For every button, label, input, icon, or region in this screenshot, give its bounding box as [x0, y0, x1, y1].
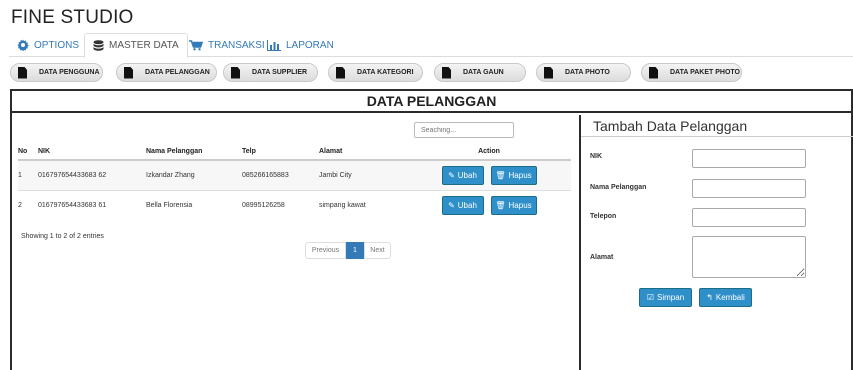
edit-icon: ✎ — [448, 200, 455, 210]
pagination-page-current[interactable]: 1 — [346, 242, 364, 259]
document-icon — [18, 66, 27, 79]
tab-master-data[interactable]: MASTER DATA — [84, 33, 188, 58]
document-icon — [544, 66, 553, 79]
table-row: 1 016797654433683 62 Izkandar Zhang 0852… — [18, 159, 571, 190]
cell-nama: Bella Florensia — [146, 189, 242, 220]
document-icon — [336, 66, 345, 79]
nama-pelanggan-label: Nama Pelanggan — [590, 184, 647, 191]
alamat-label: Alamat — [590, 254, 614, 261]
table-info: Showing 1 to 2 of 2 entries — [21, 233, 104, 240]
column-header-nik: NIK — [38, 143, 146, 161]
subnav-label: DATA GAUN — [463, 69, 504, 76]
subnav-label: DATA PENGGUNA — [39, 69, 100, 76]
search-input[interactable] — [414, 122, 514, 138]
bar-chart-icon — [267, 39, 281, 51]
back-label: Kembali — [715, 293, 745, 302]
delete-button[interactable]: 🗑 Hapus — [490, 165, 537, 185]
delete-label: Hapus — [508, 170, 532, 180]
form-title: Tambah Data Pelanggan — [593, 118, 748, 134]
subnav-label: DATA PAKET PHOTO — [670, 69, 740, 76]
delete-button[interactable]: 🗑 Hapus — [490, 195, 537, 215]
delete-label: Hapus — [508, 200, 532, 210]
form-title-divider — [581, 136, 853, 137]
tab-laporan[interactable]: LAPORAN — [259, 33, 342, 57]
cell-telp: 08995126258 — [242, 189, 319, 220]
trash-icon: 🗑 — [495, 170, 506, 180]
column-header-action: Action — [407, 143, 571, 161]
edit-button[interactable]: ✎ Ubah — [441, 165, 484, 185]
subnav-label: DATA PELANGGAN — [145, 69, 210, 76]
subnav-data-pelanggan[interactable]: DATA PELANGGAN — [116, 63, 217, 82]
cell-nama: Izkandar Zhang — [146, 159, 242, 190]
tab-transaksi-label: TRANSAKSI — [208, 39, 265, 51]
alamat-field[interactable] — [692, 236, 806, 278]
subnav-label: DATA PHOTO — [565, 69, 610, 76]
column-header-alamat: Alamat — [319, 143, 407, 161]
cell-action: ✎ Ubah 🗑 Hapus — [407, 189, 571, 220]
tab-options[interactable]: OPTIONS — [9, 33, 87, 57]
nik-field[interactable] — [692, 149, 806, 168]
cart-icon — [189, 39, 203, 51]
trash-icon: 🗑 — [495, 200, 506, 210]
document-icon — [442, 66, 451, 79]
nik-label: NIK — [590, 153, 603, 160]
telepon-field[interactable] — [692, 208, 806, 227]
document-icon — [231, 66, 240, 79]
tab-options-label: OPTIONS — [34, 39, 80, 51]
cell-alamat: simpang kawat — [319, 189, 407, 220]
edit-label: Ubah — [457, 170, 477, 180]
column-header-telp: Telp — [242, 143, 319, 161]
subnav-data-paket-photo[interactable]: DATA PAKET PHOTO — [641, 63, 742, 82]
document-icon — [649, 66, 658, 79]
edit-label: Ubah — [457, 200, 477, 210]
subnav-data-gaun[interactable]: DATA GAUN — [434, 63, 526, 82]
tab-laporan-label: LAPORAN — [286, 39, 334, 51]
subnav-label: DATA SUPPLIER — [252, 69, 308, 76]
add-customer-panel: Tambah Data Pelanggan NIK Nama Pelanggan… — [579, 115, 853, 370]
edit-button[interactable]: ✎ Ubah — [441, 195, 484, 215]
app-title: FINE STUDIO — [11, 7, 134, 28]
pagination: Previous 1 Next — [305, 242, 391, 259]
column-header-nama: Nama Pelanggan — [146, 143, 242, 161]
subnav-label: DATA KATEGORI — [357, 69, 414, 76]
subnav-data-kategori[interactable]: DATA KATEGORI — [328, 63, 423, 82]
customer-list-panel: No NIK Nama Pelanggan Telp Alamat Action… — [12, 115, 579, 370]
nama-pelanggan-field[interactable] — [692, 179, 806, 198]
save-button[interactable]: ☑ Simpan — [639, 288, 692, 307]
back-button[interactable]: ↰ Kembali — [699, 288, 752, 307]
main-nav: OPTIONS MASTER DATA TRANSAKSI LAPORAN — [9, 33, 853, 58]
page-title: DATA PELANGGAN — [12, 91, 851, 113]
back-arrow-icon: ↰ — [706, 293, 713, 302]
table-header-row: No NIK Nama Pelanggan Telp Alamat Action — [18, 143, 571, 161]
subnav-data-photo[interactable]: DATA PHOTO — [536, 63, 631, 82]
cell-telp: 085266165883 — [242, 159, 319, 190]
save-label: Simpan — [657, 293, 685, 302]
cell-no: 2 — [18, 189, 38, 220]
cell-action: ✎ Ubah 🗑 Hapus — [407, 159, 571, 190]
content-frame: DATA PELANGGAN No NIK Nama Pelanggan Tel… — [10, 89, 853, 370]
column-header-no: No — [18, 143, 38, 161]
customer-table: No NIK Nama Pelanggan Telp Alamat Action… — [18, 143, 571, 220]
master-data-subnav: DATA PENGGUNA DATA PELANGGAN DATA SUPPLI… — [10, 63, 853, 83]
document-icon — [124, 66, 133, 79]
check-icon: ☑ — [646, 293, 655, 302]
tab-master-data-label: MASTER DATA — [109, 40, 179, 51]
subnav-data-pengguna[interactable]: DATA PENGGUNA — [10, 63, 103, 82]
gear-icon — [17, 39, 29, 51]
cell-alamat: Jambi City — [319, 159, 407, 190]
cell-no: 1 — [18, 159, 38, 190]
pagination-next[interactable]: Next — [364, 242, 391, 259]
telepon-label: Telepon — [590, 213, 617, 220]
database-icon — [93, 39, 104, 52]
pagination-previous[interactable]: Previous — [305, 242, 346, 259]
cell-nik: 016797654433683 62 — [38, 159, 146, 190]
table-row: 2 016797654433683 61 Bella Florensia 089… — [18, 189, 571, 220]
edit-icon: ✎ — [448, 170, 455, 180]
cell-nik: 016797654433683 61 — [38, 189, 146, 220]
subnav-data-supplier[interactable]: DATA SUPPLIER — [223, 63, 318, 82]
